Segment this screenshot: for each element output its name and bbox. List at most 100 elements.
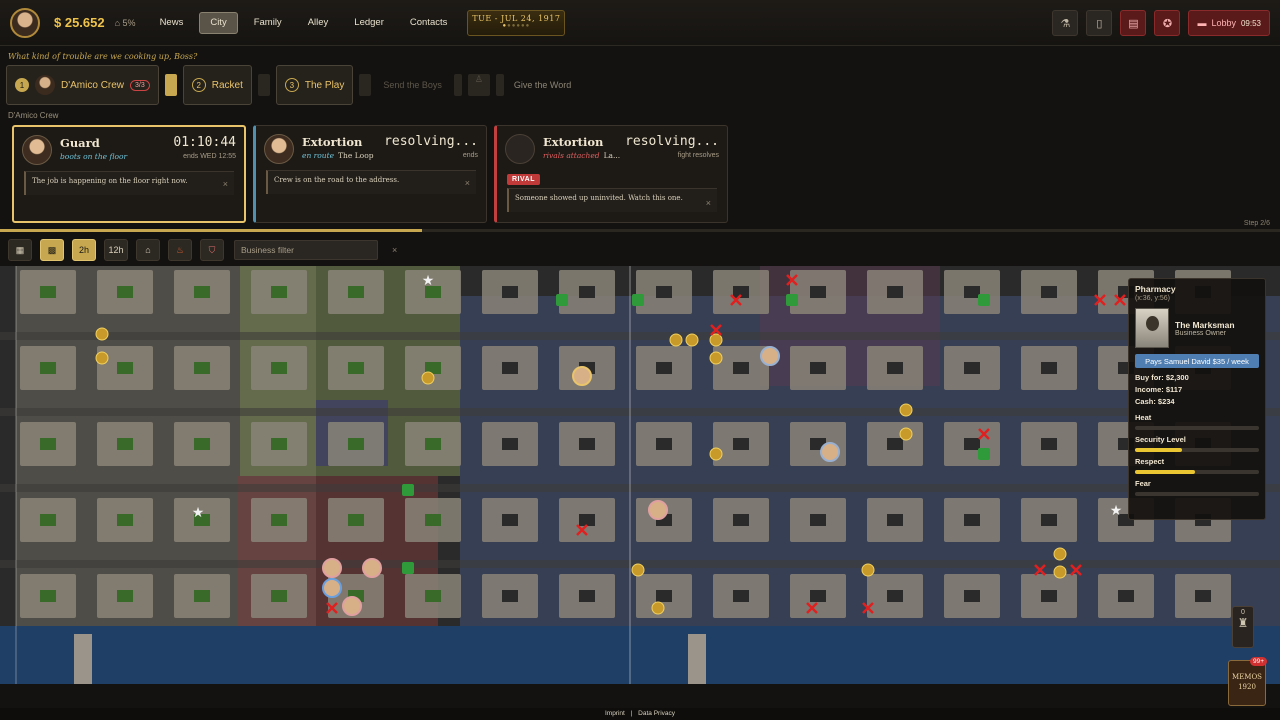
block-courtyard bbox=[502, 438, 518, 450]
block-courtyard bbox=[579, 438, 595, 450]
time-12h-button[interactable]: 12h bbox=[104, 239, 128, 261]
block-courtyard bbox=[348, 286, 364, 298]
nav-news[interactable]: News bbox=[150, 12, 194, 34]
time-2h-button[interactable]: 2h bbox=[72, 239, 96, 261]
star-icon: ★ bbox=[192, 504, 205, 520]
star-icon: ★ bbox=[1110, 502, 1123, 518]
cash-amount: $ 25.652 bbox=[54, 15, 105, 30]
medal-icon[interactable]: ✪ bbox=[1154, 10, 1181, 36]
imprint-link[interactable]: Imprint bbox=[605, 710, 625, 717]
block-courtyard bbox=[271, 514, 287, 526]
nav-alley[interactable]: Alley bbox=[298, 12, 339, 34]
block-courtyard bbox=[887, 514, 903, 526]
step-crew[interactable]: 1 D'Amico Crew 3/3 bbox=[6, 65, 159, 105]
block-courtyard bbox=[964, 514, 980, 526]
crew-agent-icon bbox=[820, 442, 840, 462]
block-courtyard bbox=[425, 590, 441, 602]
business-filter-input[interactable] bbox=[234, 240, 378, 260]
job-timer: 01:10:44 bbox=[173, 135, 236, 150]
business-stats: Buy for: $2,300 Income: $117 Cash: $234 bbox=[1135, 372, 1259, 408]
tax-rate: ⌂ 5% bbox=[114, 17, 136, 28]
shield-icon[interactable]: ⛉ bbox=[200, 239, 224, 261]
security-bar-fill bbox=[1135, 448, 1183, 452]
security-label: Security Level bbox=[1135, 435, 1186, 444]
block-courtyard bbox=[887, 286, 903, 298]
business-coords: (x:36, y:56) bbox=[1135, 295, 1171, 302]
nav-city[interactable]: City bbox=[199, 11, 238, 34]
money-bag-icon bbox=[421, 371, 435, 385]
block-courtyard bbox=[1041, 438, 1057, 450]
phone-icon[interactable]: ▯ bbox=[1086, 10, 1113, 36]
crew-name: D'Amico Crew bbox=[61, 79, 125, 91]
city-map-canvas[interactable]: ★ ★ ★ bbox=[0, 266, 1280, 684]
city-map[interactable]: ★ ★ ★ bbox=[0, 266, 1280, 684]
nav-ledger[interactable]: Ledger bbox=[344, 12, 394, 34]
step-connector bbox=[359, 74, 372, 96]
clear-filter-icon[interactable]: × bbox=[392, 245, 397, 255]
memos-button[interactable]: 99+ MEMOS 1920 bbox=[1228, 657, 1267, 706]
money-bag-icon bbox=[95, 327, 109, 341]
nav-family[interactable]: Family bbox=[244, 12, 292, 34]
job-card-extortion-rival[interactable]: Extortion rivals attached La... resolving… bbox=[494, 125, 728, 223]
block-courtyard bbox=[656, 362, 672, 374]
step-send-the-boys[interactable]: Send the Boys bbox=[377, 80, 448, 90]
job-card-extortion[interactable]: Extortion en route The Loop resolving... … bbox=[253, 125, 487, 223]
block-courtyard bbox=[117, 286, 133, 298]
block-courtyard bbox=[964, 362, 980, 374]
block-courtyard bbox=[1041, 514, 1057, 526]
job-card-guard[interactable]: Guard boots on the floor 01:10:44 ends W… bbox=[12, 125, 246, 223]
block-courtyard bbox=[40, 590, 56, 602]
money-bag-icon bbox=[631, 563, 645, 577]
dismiss-icon[interactable]: × bbox=[465, 178, 470, 188]
step-label: The Play bbox=[304, 79, 345, 91]
map-view-icon[interactable]: ▦ bbox=[8, 239, 32, 261]
block-courtyard bbox=[502, 590, 518, 602]
job-ends: ends WED 12:55 bbox=[183, 153, 236, 160]
privacy-link[interactable]: Data Privacy bbox=[638, 710, 675, 717]
top-bar: $ 25.652 ⌂ 5% News City Family Alley Led… bbox=[0, 0, 1280, 46]
crew-agent-icon bbox=[572, 366, 592, 386]
camera-button[interactable]: 0 ♜ bbox=[1232, 606, 1254, 648]
flask-icon[interactable]: ⚗ bbox=[1052, 10, 1079, 36]
boss-avatar[interactable] bbox=[10, 7, 40, 38]
dismiss-icon[interactable]: × bbox=[706, 198, 711, 208]
block-courtyard bbox=[810, 286, 826, 298]
business-name: Pharmacy bbox=[1135, 284, 1176, 294]
step-racket[interactable]: 2 Racket bbox=[182, 65, 252, 105]
lobby-button[interactable]: ▬ Lobby 09:53 bbox=[1188, 10, 1270, 36]
block-courtyard bbox=[1041, 590, 1057, 602]
date-display[interactable]: TUE - JUL 24, 1917 ●●●●●● bbox=[467, 9, 566, 36]
block-courtyard bbox=[810, 590, 826, 602]
main-nav: News City Family Alley Ledger Contacts bbox=[150, 11, 458, 34]
step-give-the-word[interactable]: Give the Word bbox=[510, 80, 575, 90]
block-courtyard bbox=[1041, 362, 1057, 374]
check-icon bbox=[786, 294, 798, 306]
road bbox=[0, 484, 1280, 492]
job-title: Guard bbox=[60, 136, 100, 150]
protection-payment[interactable]: Pays Samuel David $35 / week bbox=[1135, 354, 1259, 368]
check-icon bbox=[978, 448, 990, 460]
buy-price: Buy for: $2,300 bbox=[1135, 373, 1189, 382]
block-courtyard bbox=[40, 286, 56, 298]
job-message: Crew is on the road to the address. bbox=[266, 170, 476, 194]
step-the-play[interactable]: 3 The Play bbox=[275, 65, 354, 105]
step-number: 2 bbox=[191, 78, 206, 92]
block-courtyard bbox=[656, 286, 672, 298]
block-courtyard bbox=[733, 590, 749, 602]
memos-label: MEMOS bbox=[1232, 673, 1262, 681]
job-status: boots on the floor bbox=[60, 152, 128, 161]
fire-icon[interactable]: ♨ bbox=[168, 239, 192, 261]
block-courtyard bbox=[964, 438, 980, 450]
book-icon[interactable]: ▤ bbox=[1120, 10, 1147, 36]
dismiss-icon[interactable]: × bbox=[223, 179, 228, 189]
block-courtyard bbox=[271, 590, 287, 602]
step-connector bbox=[453, 74, 462, 96]
memos-badge: 99+ bbox=[1249, 657, 1267, 666]
money-bag-icon bbox=[651, 601, 665, 615]
money-bag-icon bbox=[709, 333, 723, 347]
home-icon[interactable]: ⌂ bbox=[136, 239, 160, 261]
satellite-view-icon[interactable]: ▩ bbox=[40, 239, 64, 261]
nav-contacts[interactable]: Contacts bbox=[400, 12, 458, 34]
bridge bbox=[688, 634, 706, 684]
block-courtyard bbox=[40, 514, 56, 526]
